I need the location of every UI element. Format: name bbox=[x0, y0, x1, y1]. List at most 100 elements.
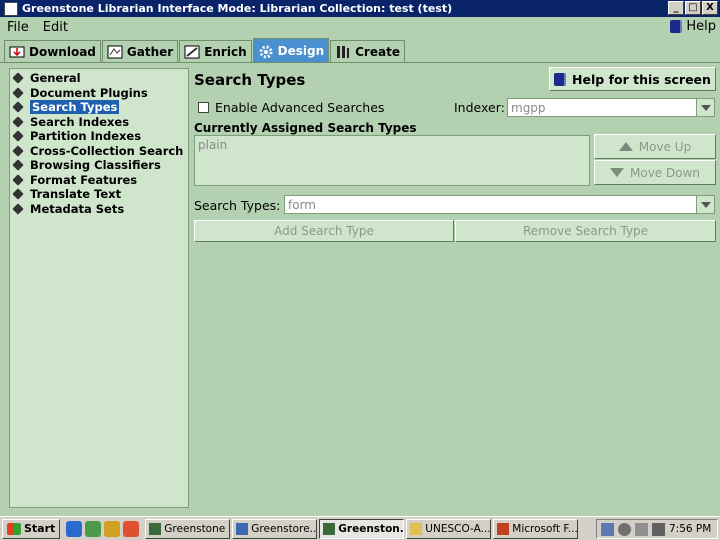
network-icon bbox=[149, 522, 162, 535]
enable-advanced-row[interactable]: Enable Advanced Searches bbox=[198, 100, 384, 115]
menu-file[interactable]: File bbox=[0, 20, 36, 35]
page-title: Search Types bbox=[194, 71, 306, 89]
volume-icon[interactable] bbox=[652, 522, 665, 536]
taskbar-item[interactable]: Greenston... bbox=[319, 518, 405, 539]
tab-download[interactable]: Download bbox=[4, 40, 101, 62]
search-types-select[interactable]: form bbox=[284, 195, 715, 214]
assigned-types-list[interactable]: plain bbox=[194, 135, 590, 186]
indexer-select[interactable]: mgpp bbox=[507, 98, 715, 117]
tab-enrich-label: Enrich bbox=[204, 44, 247, 59]
window-title: Greenstone Librarian Interface Mode: Lib… bbox=[22, 2, 453, 15]
bullet-icon bbox=[12, 116, 24, 128]
bullet-icon bbox=[12, 101, 24, 113]
network-tray-icon[interactable] bbox=[601, 522, 614, 536]
tab-design[interactable]: Design bbox=[252, 38, 330, 62]
taskbar-item[interactable]: Greenstore... bbox=[232, 518, 318, 539]
sidebar-item-browsing-classifiers[interactable]: Browsing Classifiers bbox=[12, 158, 184, 173]
assigned-types-label: Currently Assigned Search Types bbox=[194, 121, 417, 135]
sidebar-item-label: General bbox=[30, 71, 81, 86]
add-search-type-button[interactable]: Add Search Type bbox=[194, 220, 454, 242]
menu-edit[interactable]: Edit bbox=[36, 20, 75, 35]
settings-tray-icon[interactable] bbox=[618, 522, 631, 536]
sidebar-item-label: Metadata Sets bbox=[30, 201, 125, 216]
bullet-icon bbox=[12, 87, 24, 99]
help-screen-button[interactable]: Help for this screen bbox=[549, 67, 716, 91]
outlook-icon[interactable] bbox=[85, 520, 102, 537]
close-button[interactable]: X bbox=[702, 1, 718, 15]
sidebar-item-label: Search Types bbox=[30, 100, 120, 115]
tab-bar: Download Gather Enrich Design Create bbox=[0, 38, 720, 63]
menu-help-label: Help bbox=[686, 19, 716, 34]
sidebar-item-label: Translate Text bbox=[30, 187, 122, 202]
clock: 7:56 PM bbox=[669, 523, 712, 535]
network-icon bbox=[323, 522, 336, 535]
sidebar-item-metadata-sets[interactable]: Metadata Sets bbox=[12, 201, 184, 217]
taskbar: Start Greenstone .. Greenstore... Greens… bbox=[0, 516, 720, 540]
help-book-icon bbox=[670, 20, 683, 33]
sidebar-item-label: Partition Indexes bbox=[30, 129, 142, 144]
bullet-icon bbox=[12, 159, 24, 171]
taskbar-item[interactable]: UNESCO-A... bbox=[406, 518, 492, 539]
menu-help[interactable]: Help bbox=[670, 19, 716, 34]
indexer-value: mgpp bbox=[511, 100, 546, 115]
chevron-down-icon[interactable] bbox=[696, 99, 714, 116]
sidebar-item-label: Document Plugins bbox=[30, 85, 148, 100]
move-up-label: Move Up bbox=[638, 139, 692, 154]
taskbar-item-label: Microsoft F... bbox=[512, 522, 578, 535]
internet-explorer-icon[interactable] bbox=[66, 520, 83, 537]
sidebar-item-label: Search Indexes bbox=[30, 114, 130, 129]
bullet-icon bbox=[12, 174, 24, 186]
tab-enrich[interactable]: Enrich bbox=[179, 40, 252, 62]
enable-advanced-label: Enable Advanced Searches bbox=[215, 100, 385, 115]
indexer-label: Indexer: bbox=[454, 100, 505, 115]
system-tray: 7:56 PM bbox=[596, 519, 718, 539]
taskbar-item-label: Greenstone .. bbox=[164, 522, 231, 535]
title-bar: Greenstone Librarian Interface Mode: Lib… bbox=[0, 0, 720, 17]
search-types-value: form bbox=[288, 197, 316, 212]
tab-gather[interactable]: Gather bbox=[101, 40, 179, 62]
move-up-button[interactable]: Move Up bbox=[594, 134, 716, 159]
sidebar-item-cross-collection-search[interactable]: Cross-Collection Search bbox=[12, 143, 184, 159]
sidebar-item-search-indexes[interactable]: Search Indexes bbox=[12, 114, 184, 130]
remove-search-type-button[interactable]: Remove Search Type bbox=[455, 220, 716, 242]
help-screen-label: Help for this screen bbox=[572, 71, 711, 87]
window-controls: _ □ X bbox=[668, 1, 718, 15]
tab-design-label: Design bbox=[277, 43, 325, 58]
sidebar-item-partition-indexes[interactable]: Partition Indexes bbox=[12, 129, 184, 144]
taskbar-item-label: Greenstore... bbox=[251, 522, 318, 535]
media-icon[interactable] bbox=[104, 520, 121, 537]
tab-create-label: Create bbox=[355, 44, 400, 59]
enable-advanced-checkbox[interactable] bbox=[198, 102, 209, 113]
taskbar-item[interactable]: Microsoft F... bbox=[493, 518, 579, 539]
tab-create[interactable]: Create bbox=[330, 40, 405, 62]
app-launcher-icon[interactable] bbox=[123, 520, 140, 537]
sidebar-item-document-plugins[interactable]: Document Plugins bbox=[12, 85, 184, 101]
sidebar-item-general[interactable]: General bbox=[12, 71, 184, 86]
tab-download-label: Download bbox=[29, 44, 96, 59]
bullet-icon bbox=[12, 188, 24, 200]
design-icon bbox=[258, 44, 274, 58]
maximize-button[interactable]: □ bbox=[685, 1, 701, 15]
arrow-down-icon bbox=[610, 168, 624, 177]
menu-bar: File Edit Help bbox=[0, 17, 720, 37]
taskbar-item-label: UNESCO-A... bbox=[425, 522, 491, 535]
bullet-icon bbox=[12, 145, 24, 157]
minimize-button[interactable]: _ bbox=[668, 1, 684, 15]
move-down-button[interactable]: Move Down bbox=[594, 160, 716, 185]
sidebar-item-search-types[interactable]: Search Types bbox=[12, 100, 184, 115]
sidebar-item-label: Browsing Classifiers bbox=[30, 158, 161, 173]
help-book-icon bbox=[554, 72, 567, 86]
chevron-down-icon[interactable] bbox=[696, 196, 714, 213]
list-item[interactable]: plain bbox=[198, 138, 586, 152]
start-button[interactable]: Start bbox=[2, 518, 61, 539]
quick-launch bbox=[66, 520, 140, 537]
bullet-icon bbox=[12, 203, 24, 215]
sidebar-item-format-features[interactable]: Format Features bbox=[12, 173, 184, 188]
sidebar-item-translate-text[interactable]: Translate Text bbox=[12, 187, 184, 202]
taskbar-item[interactable]: Greenstone .. bbox=[145, 518, 231, 539]
bullet-icon bbox=[12, 72, 24, 84]
sidebar-item-label: Cross-Collection Search bbox=[30, 143, 184, 158]
gather-icon bbox=[107, 45, 123, 59]
device-tray-icon[interactable] bbox=[635, 522, 648, 536]
enrich-icon bbox=[184, 45, 200, 59]
